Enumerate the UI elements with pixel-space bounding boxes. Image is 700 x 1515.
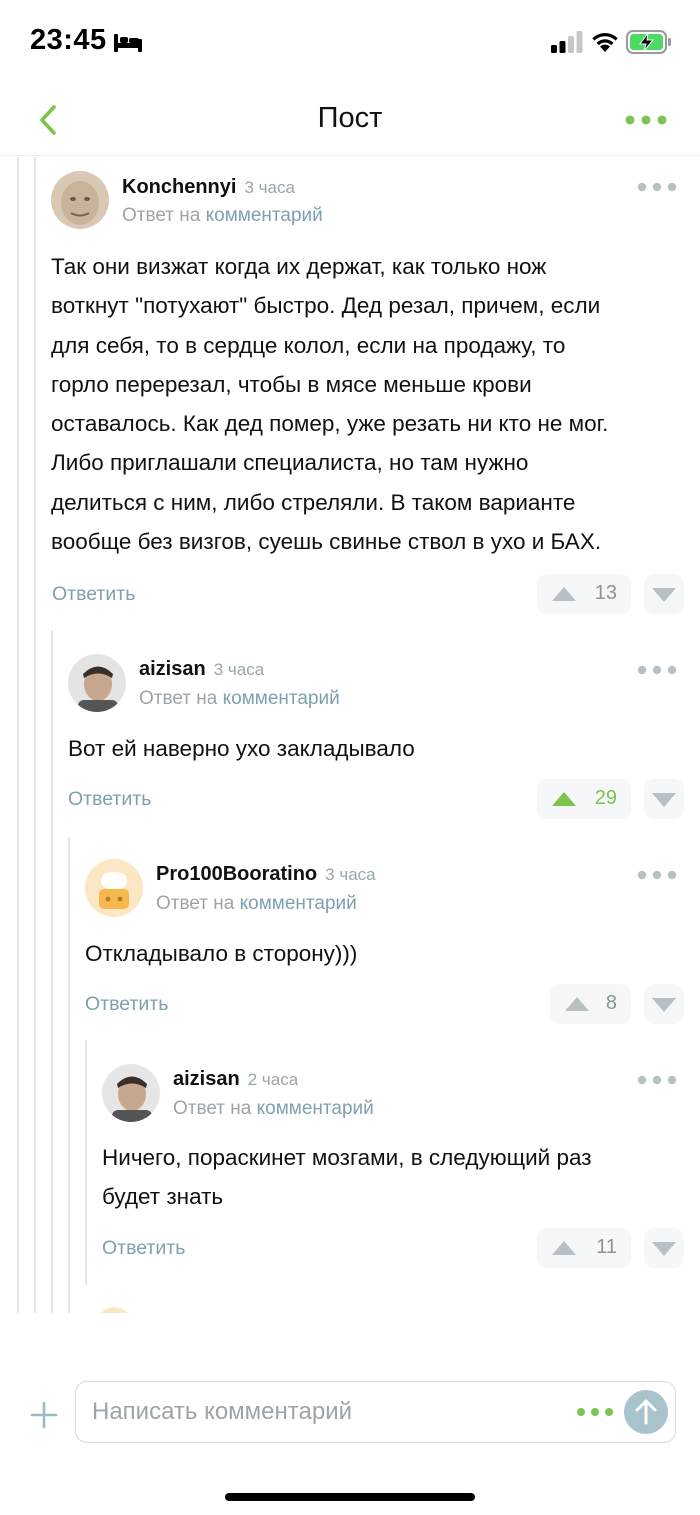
reply-button[interactable]: Ответить [85,993,168,1016]
comment-thread[interactable]: Konchennyi 3 часа Ответ на комментарий Та… [0,157,700,1313]
rating: 11 [596,1236,617,1258]
comment-text: Так они визжат когда их держат, как толь… [51,254,609,555]
bed-icon [114,34,142,52]
arrow-up-icon [565,997,589,1011]
rating: 13 [594,582,617,604]
vote-up-button[interactable]: 13 [537,574,631,614]
reply-to: Ответ на комментарий [139,688,340,709]
parent-comment-link[interactable]: комментарий [240,893,357,914]
reply-to: Ответ на комментарий [122,205,323,226]
reply-button[interactable]: Ответить [68,788,151,811]
arrow-down-icon [652,588,676,602]
arrow-down-icon [652,1242,676,1256]
arrow-down-icon [652,998,676,1012]
parent-comment-link[interactable]: комментарий [257,1098,374,1119]
avatar[interactable] [51,171,109,229]
avatar[interactable] [85,859,143,917]
reply-button[interactable]: Ответить [52,583,135,606]
home-indicator[interactable] [225,1493,475,1501]
comment-text: Откладывало в сторону))) [85,941,358,966]
vote-up-button[interactable]: 8 [550,984,631,1024]
comment-author[interactable]: aizisan 3 часа [139,658,264,681]
more-options-button[interactable] [624,110,668,130]
more-dots-icon [625,115,667,125]
more-dots-icon[interactable] [576,1406,614,1418]
rating: 29 [594,787,617,809]
more-dots-icon [637,182,677,192]
avatar[interactable] [68,654,126,712]
comment-text: Ничего, пораскинет мозгами, в следующий … [102,1145,592,1210]
comment: Konchennyi 3 часа Ответ на комментарий Та… [0,157,700,627]
arrow-up-icon [635,1399,657,1425]
comment-time: 3 часа [244,178,295,197]
more-dots-icon [637,665,677,675]
vote-down-button[interactable] [644,574,684,614]
rating: 8 [605,992,617,1014]
comment-more-button[interactable] [637,1073,677,1087]
avatar[interactable] [102,1064,160,1122]
comment: aizisan 2 часа Ответ на комментарий Ничег… [0,1048,700,1288]
vote-up-button[interactable]: 11 [537,1228,631,1268]
attach-button[interactable] [30,1401,58,1429]
arrow-up-icon [552,792,576,806]
status-time: 23:45 [30,24,107,56]
wifi-icon [592,32,618,52]
comment-author[interactable]: aizisan 2 часа [173,1068,298,1091]
vote-up-button[interactable]: 29 [537,779,631,819]
comment-time: 2 часа [247,1070,299,1089]
vote-down-button[interactable] [644,779,684,819]
comment-composer: Написать комментарий [0,1313,700,1515]
comment-more-button[interactable] [637,180,677,194]
arrow-up-icon [552,587,576,601]
arrow-up-icon [552,1241,576,1255]
status-bar: 23:45 [0,0,700,84]
more-dots-icon [637,870,677,880]
more-dots-icon [637,1075,677,1085]
nav-bar: Пост [0,84,700,156]
comment-text: Вот ей наверно ухо закладывало [68,736,415,761]
reply-to: Ответ на комментарий [156,893,357,914]
parent-comment-link[interactable]: комментарий [223,688,340,709]
vote-down-button[interactable] [644,984,684,1024]
reply-button[interactable]: Ответить [102,1237,185,1260]
comment: Pro100Booratino 3 часа Ответ на комментар… [0,843,700,1043]
comment-input[interactable]: Написать комментарий [75,1381,676,1443]
comment-time: 3 часа [325,865,376,884]
parent-comment-link[interactable]: комментарий [206,205,323,226]
signal-icon [551,31,583,53]
battery-charging-icon [626,30,671,54]
comment: aizisan 3 часа Ответ на комментарий Вот е… [0,637,700,837]
comment-input-placeholder: Написать комментарий [92,1398,353,1425]
comment-time: 3 часа [213,660,265,679]
reply-to: Ответ на комментарий [173,1098,374,1119]
plus-icon [30,1401,58,1429]
comment-author[interactable]: Pro100Booratino 3 часа [156,863,376,886]
page-title: Пост [317,102,383,134]
comment-more-button[interactable] [637,663,677,677]
send-button[interactable] [624,1390,668,1434]
vote-down-button[interactable] [644,1228,684,1268]
comment-author[interactable]: Konchennyi 3 часа [122,176,295,199]
comment-more-button[interactable] [637,868,677,882]
arrow-down-icon [652,793,676,807]
